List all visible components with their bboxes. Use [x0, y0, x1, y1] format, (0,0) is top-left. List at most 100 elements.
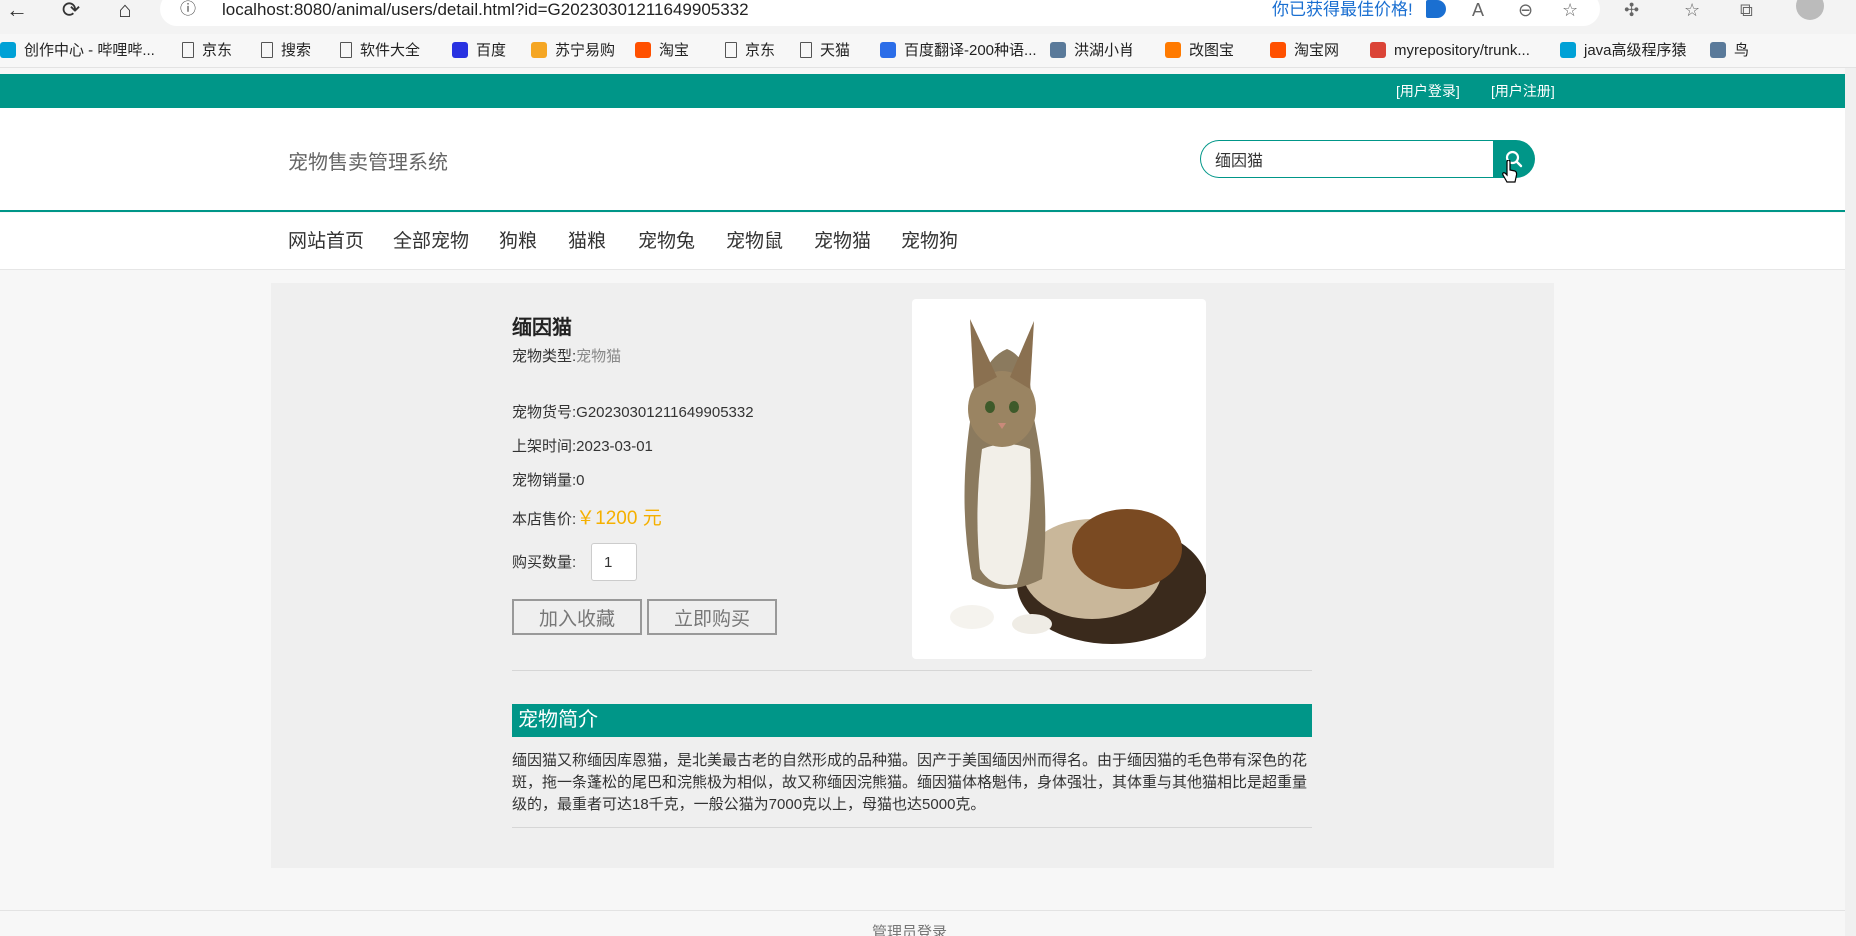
menu-mice[interactable]: 宠物鼠 — [726, 213, 783, 270]
pet-date-value: 2023-03-01 — [576, 438, 653, 455]
pet-price-value: ￥1200 元 — [576, 508, 662, 529]
page-icon — [800, 42, 812, 58]
menu-rabbits[interactable]: 宠物兔 — [638, 213, 695, 270]
price-tag-icon[interactable] — [1426, 0, 1446, 18]
favorites-icon[interactable]: ☆ — [1684, 0, 1700, 20]
menu-dog-food[interactable]: 狗粮 — [499, 213, 537, 270]
profile-avatar[interactable] — [1796, 0, 1824, 20]
bookmark-item[interactable]: 改图宝 — [1165, 40, 1234, 62]
buy-now-button[interactable]: 立即购买 — [647, 599, 777, 635]
refresh-icon[interactable]: ⟳ — [56, 0, 86, 21]
price-note[interactable]: 你已获得最佳价格! — [1272, 0, 1413, 20]
pet-photo — [912, 299, 1206, 659]
search-input[interactable] — [1200, 140, 1496, 178]
pet-sales-label: 宠物销量: — [512, 472, 577, 489]
read-aloud-icon[interactable]: A — [1472, 0, 1484, 20]
info-icon[interactable]: ⓘ — [180, 0, 196, 20]
bookmark-label: 京东 — [202, 42, 233, 59]
back-arrow-icon[interactable]: ← — [2, 0, 32, 21]
site-header: 宠物售卖管理系统 — [0, 108, 1845, 212]
home-icon[interactable]: ⌂ — [110, 0, 140, 21]
collections-icon[interactable]: ⧉ — [1740, 0, 1753, 20]
menu-cats[interactable]: 宠物猫 — [814, 213, 871, 270]
main-menu: 网站首页 全部宠物 狗粮 猫粮 宠物兔 宠物鼠 宠物猫 宠物狗 — [0, 213, 1845, 270]
browser-toolbar: ← ⟳ ⌂ ⓘ localhost:8080/animal/users/deta… — [0, 0, 1856, 34]
page-icon — [340, 42, 352, 58]
bookmark-label: 洪湖小肖 — [1074, 42, 1135, 59]
baidu-icon — [452, 42, 468, 58]
intro-heading: 宠物简介 — [512, 704, 1312, 737]
bookmark-item[interactable]: 百度翻译-200种语... — [880, 40, 1037, 62]
pet-price-label: 本店售价: — [512, 511, 577, 528]
bird-icon — [1710, 42, 1726, 58]
page-icon — [725, 42, 737, 58]
bookmark-item[interactable]: 洪湖小肖 — [1050, 40, 1134, 62]
zoom-out-icon[interactable]: ⊖ — [1518, 0, 1533, 20]
favorite-star-icon[interactable]: ☆ — [1562, 0, 1578, 20]
add-favorite-button[interactable]: 加入收藏 — [512, 599, 642, 635]
menu-dogs[interactable]: 宠物狗 — [901, 213, 958, 270]
admin-login-link[interactable]: 管理员登录 — [872, 921, 947, 936]
pet-type-value: 宠物猫 — [576, 348, 622, 365]
user-register-link[interactable]: [用户注册] — [1491, 74, 1555, 108]
bookmark-item[interactable]: 软件大全 — [340, 40, 420, 62]
suning-icon — [531, 42, 547, 58]
bookmark-item[interactable]: java高级程序猿 — [1560, 40, 1687, 62]
url-text[interactable]: localhost:8080/animal/users/detail.html?… — [222, 0, 749, 20]
pet-sales-value: 0 — [576, 472, 585, 489]
menu-cat-food[interactable]: 猫粮 — [568, 213, 606, 270]
bookmark-item[interactable]: 鸟 — [1710, 40, 1749, 62]
bookmark-item[interactable]: 京东 — [182, 40, 232, 62]
bookmark-label: 天猫 — [820, 42, 851, 59]
menu-all-pets[interactable]: 全部宠物 — [393, 213, 469, 270]
section-divider — [512, 670, 1312, 671]
bookmark-label: 搜索 — [281, 42, 312, 59]
bookmark-item[interactable]: 创作中心 - 哔哩哔... — [0, 40, 155, 62]
bookmark-label: 改图宝 — [1189, 42, 1235, 59]
pet-sku-value: G20230301211649905332 — [576, 404, 754, 421]
bookmark-item[interactable]: 京东 — [725, 40, 775, 62]
bookmark-label: 苏宁易购 — [555, 42, 616, 59]
hand-cursor-icon — [1502, 160, 1518, 183]
pet-sales-row: 宠物销量:0 — [512, 469, 585, 490]
bookmark-item[interactable]: 百度 — [452, 40, 506, 62]
bookmark-label: 京东 — [745, 42, 776, 59]
bookmark-item[interactable]: myrepository/trunk... — [1370, 40, 1530, 62]
bilibili-icon — [1560, 42, 1576, 58]
page-icon — [182, 42, 194, 58]
pet-date-row: 上架时间:2023-03-01 — [512, 435, 653, 456]
bookmark-label: 鸟 — [1734, 42, 1750, 59]
pet-name: 缅因猫 — [512, 317, 572, 339]
translate-icon — [880, 42, 896, 58]
bookmark-item[interactable]: 苏宁易购 — [531, 40, 615, 62]
bilibili-icon — [0, 42, 16, 58]
bookmark-label: java高级程序猿 — [1584, 42, 1687, 59]
qty-label: 购买数量: — [512, 554, 577, 571]
bookmarks-bar: 创作中心 - 哔哩哔... 京东 搜索 软件大全 百度 苏宁易购 淘宝 京东 天猫 百度翻译-20… — [0, 34, 1856, 68]
extensions-icon[interactable]: ✣ — [1624, 0, 1639, 20]
user-login-link[interactable]: [用户登录] — [1396, 74, 1460, 108]
bird-icon — [1050, 42, 1066, 58]
cat-illustration — [950, 319, 1206, 644]
bookmark-item[interactable]: 淘宝网 — [1270, 40, 1339, 62]
bookmark-label: 淘宝 — [659, 42, 690, 59]
taobao-icon — [635, 42, 651, 58]
bookmark-label: 创作中心 - 哔哩哔... — [24, 42, 155, 59]
gaitubao-icon — [1165, 42, 1181, 58]
bookmark-label: 百度翻译-200种语... — [904, 42, 1037, 59]
bookmark-item[interactable]: 天猫 — [800, 40, 850, 62]
quantity-input[interactable] — [591, 543, 637, 581]
pet-detail-panel: 缅因猫 宠物类型:宠物猫 宠物货号:G20230301211649905332 … — [271, 283, 1554, 868]
intro-divider — [512, 827, 1312, 828]
bookmark-item[interactable]: 搜索 — [261, 40, 311, 62]
site-footer: 管理员登录 — [0, 910, 1845, 936]
pet-sku-row: 宠物货号:G20230301211649905332 — [512, 401, 754, 422]
page-scrollbar[interactable] — [1845, 68, 1856, 936]
menu-home[interactable]: 网站首页 — [288, 213, 364, 270]
site-title: 宠物售卖管理系统 — [288, 152, 448, 174]
pet-sku-label: 宠物货号: — [512, 404, 577, 421]
pet-price-row: 本店售价:￥1200 元 — [512, 503, 662, 530]
bookmark-item[interactable]: 淘宝 — [635, 40, 689, 62]
chrome-icon — [1370, 42, 1386, 58]
taobao-icon — [1270, 42, 1286, 58]
